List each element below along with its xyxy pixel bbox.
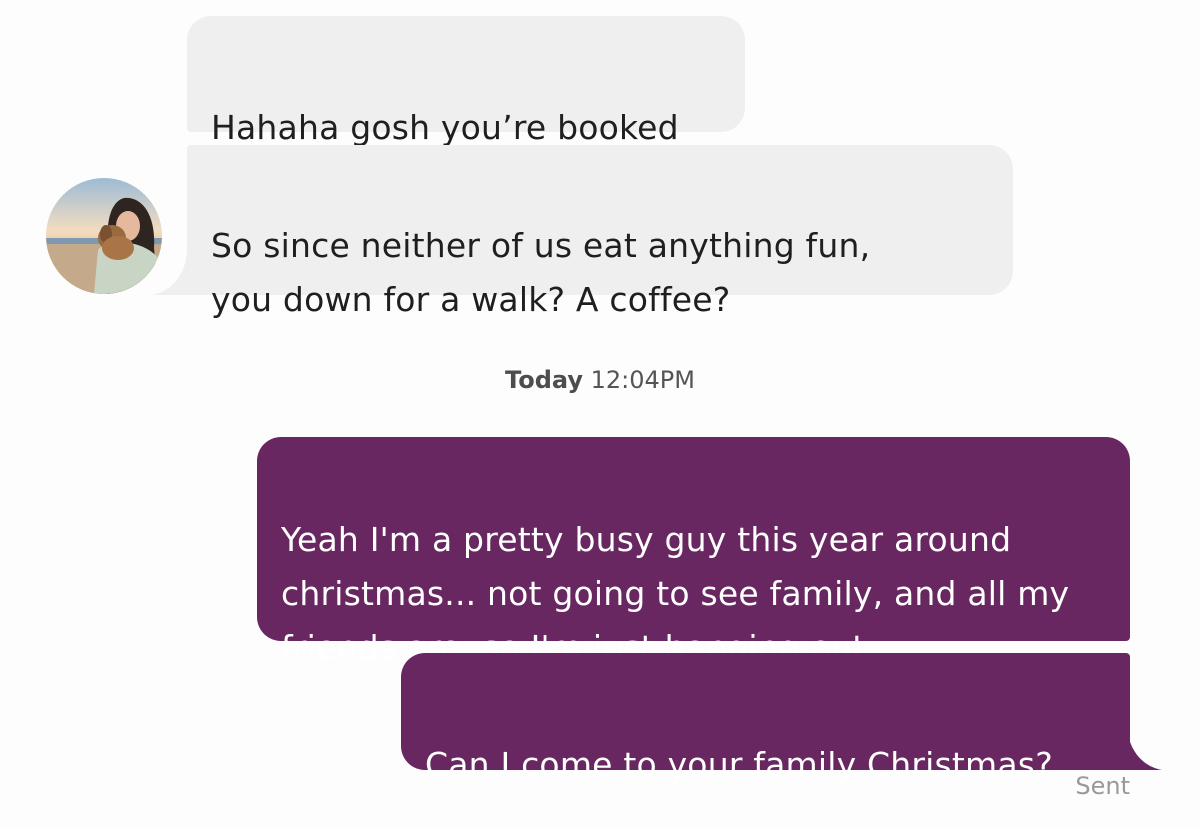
message-text: Hahaha gosh you’re booked [211,108,679,147]
avatar-photo [46,178,162,294]
message-bubble-incoming[interactable]: Hahaha gosh you’re booked [187,16,745,147]
delivery-status: Sent [1075,772,1130,800]
message-text: Yeah I'm a pretty busy guy this year aro… [281,520,1070,667]
contact-avatar[interactable] [46,178,162,294]
message-bubble-incoming[interactable]: So since neither of us eat anything fun,… [187,145,1013,319]
message-timestamp: Today 12:04PM [0,366,1200,394]
timestamp-time: 12:04PM [590,366,695,394]
message-text: So since neither of us eat anything fun,… [211,226,871,319]
message-bubble-outgoing[interactable]: Yeah I'm a pretty busy guy this year aro… [257,437,1130,667]
message-text: Can I come to your family Christmas? [425,745,1053,784]
message-bubble-outgoing[interactable]: Can I come to your family Christmas? [401,653,1130,784]
timestamp-day: Today [505,366,583,394]
